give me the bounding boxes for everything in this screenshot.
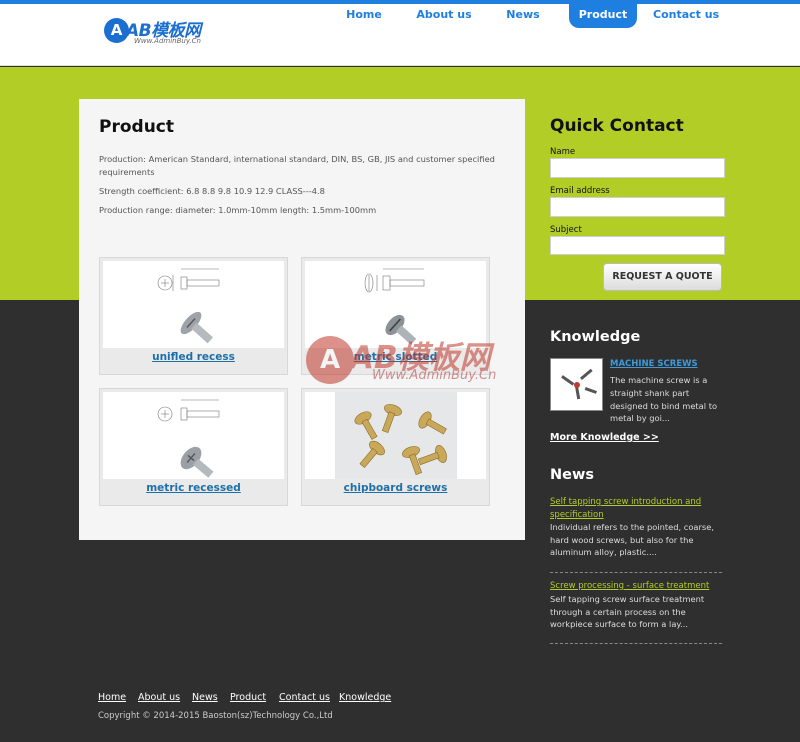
site-header: A AB模板网 Www.AdminBuy.Cn Home About us Ne… xyxy=(0,0,800,66)
product-image[interactable] xyxy=(103,261,284,348)
nav-home[interactable]: Home xyxy=(338,4,390,28)
email-field[interactable] xyxy=(550,197,725,217)
logo-subtext: Www.AdminBuy.Cn xyxy=(134,37,201,45)
footer-link-news[interactable]: News xyxy=(192,692,218,703)
footer-link-contact-us[interactable]: Contact us xyxy=(279,692,330,703)
email-label: Email address xyxy=(550,186,610,196)
product-description: Production: American Standard, internati… xyxy=(99,154,495,177)
more-knowledge-link[interactable]: More Knowledge >> xyxy=(550,432,659,443)
watermark-logo-icon: A AB模板网 Www.AdminBuy.Cn xyxy=(306,332,506,412)
news-item-text: Individual refers to the pointed, coarse… xyxy=(550,522,714,558)
subject-field[interactable] xyxy=(550,236,725,255)
watermark-circle: A xyxy=(306,336,354,384)
nav-about-us[interactable]: About us xyxy=(416,4,472,28)
knowledge-thumbnail[interactable] xyxy=(550,358,603,411)
knowledge-title: Knowledge xyxy=(550,329,641,345)
footer-link-home[interactable]: Home xyxy=(98,692,126,703)
news-title: News xyxy=(550,467,594,483)
nav-product[interactable]: Product xyxy=(569,4,637,28)
product-panel: Product Production: American Standard, i… xyxy=(79,99,525,540)
news-item-link[interactable]: Self tapping screw introduction and spec… xyxy=(550,496,722,521)
news-divider xyxy=(550,572,722,573)
name-label: Name xyxy=(550,147,576,157)
page-title: Product xyxy=(99,117,174,137)
news-divider xyxy=(550,643,722,644)
product-link[interactable]: metric recessed xyxy=(100,482,287,494)
site-logo[interactable]: A AB模板网 Www.AdminBuy.Cn xyxy=(104,16,214,48)
knowledge-item-text: The machine screw is a straight shank pa… xyxy=(610,375,718,424)
nav-news[interactable]: News xyxy=(500,4,546,28)
news-item-link[interactable]: Screw processing - surface treatment xyxy=(550,580,722,593)
subject-label: Subject xyxy=(550,225,582,235)
product-range: Production range: diameter: 1.0mm-10mm l… xyxy=(99,205,377,215)
product-image[interactable] xyxy=(103,392,284,479)
quick-contact-title: Quick Contact xyxy=(550,116,684,136)
product-card[interactable]: metric recessed xyxy=(99,388,288,506)
watermark-subtext: Www.AdminBuy.Cn xyxy=(372,368,497,383)
product-link[interactable]: unifled recess xyxy=(100,351,287,363)
footer-link-knowledge[interactable]: Knowledge xyxy=(339,692,391,703)
product-card[interactable]: unifled recess xyxy=(99,257,288,375)
footer-link-about-us[interactable]: About us xyxy=(138,692,180,703)
knowledge-item-link[interactable]: MACHINE SCREWS xyxy=(610,359,698,369)
copyright-text: Copyright © 2014-2015 Baoston(sz)Technol… xyxy=(98,711,333,721)
footer-link-product[interactable]: Product xyxy=(230,692,266,703)
product-strength: Strength coefficient: 6.8 8.8 9.8 10.9 1… xyxy=(99,186,325,196)
news-item-text: Self tapping screw surface treatment thr… xyxy=(550,594,705,630)
nav-contact-us[interactable]: Contact us xyxy=(653,4,719,28)
name-field[interactable] xyxy=(550,158,725,178)
product-link[interactable]: chipboard screws xyxy=(302,482,489,494)
request-quote-button[interactable]: REQUEST A QUOTE xyxy=(603,263,722,291)
